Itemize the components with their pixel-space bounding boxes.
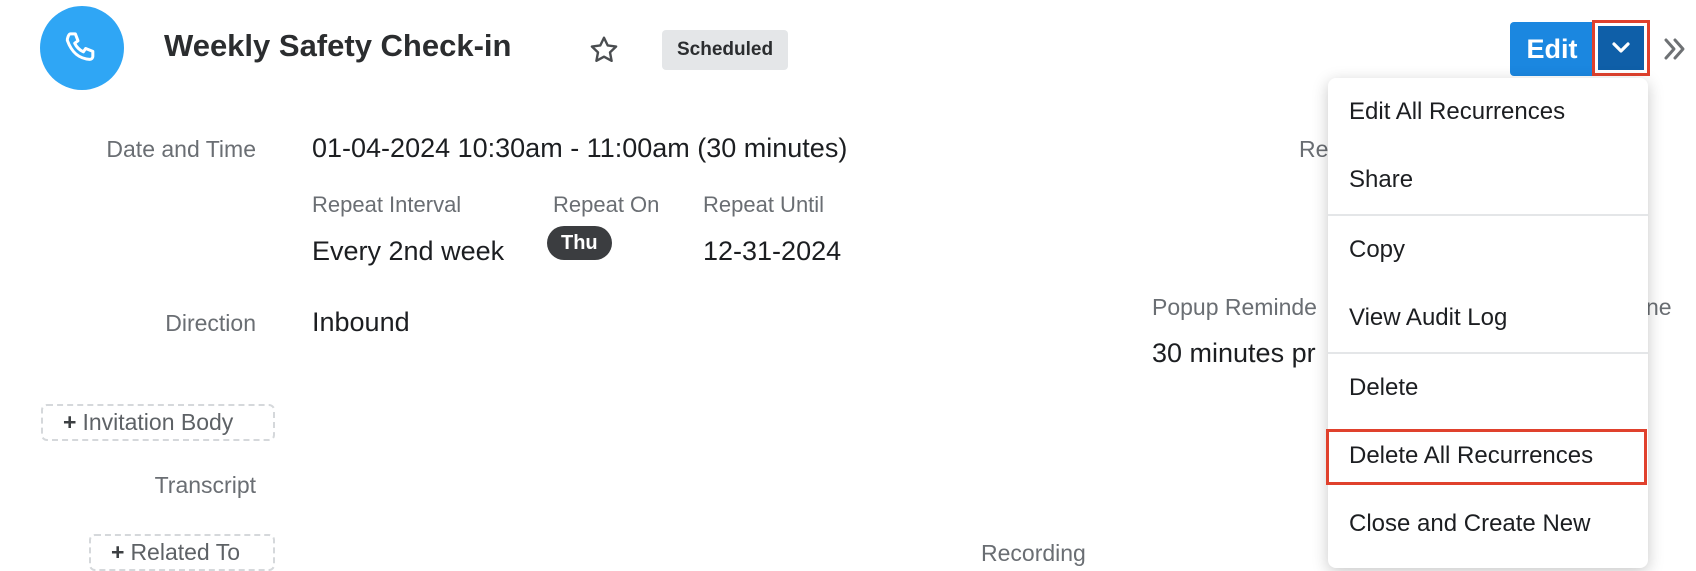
page-title: Weekly Safety Check-in bbox=[164, 28, 512, 63]
plus-icon: + bbox=[63, 409, 77, 435]
actions-dropdown-toggle[interactable] bbox=[1592, 20, 1650, 76]
reminder-label-partial: Re bbox=[1299, 136, 1329, 162]
direction-label: Direction bbox=[165, 310, 256, 336]
actions-dropdown-menu: Edit All Recurrences Share Copy View Aud… bbox=[1328, 78, 1648, 568]
phone-icon bbox=[65, 32, 95, 61]
invitation-body-label: Invitation Body bbox=[82, 409, 234, 435]
add-invitation-body-button[interactable]: + Invitation Body bbox=[41, 404, 275, 441]
popup-reminder-value: 30 minutes pr bbox=[1152, 338, 1316, 368]
repeat-on-day-pill: Thu bbox=[547, 226, 612, 260]
popup-reminder-label: Popup Reminde bbox=[1152, 294, 1317, 320]
menu-item-close-and-create-new[interactable]: Close and Create New bbox=[1328, 490, 1648, 558]
status-badge: Scheduled bbox=[662, 30, 789, 70]
star-icon[interactable] bbox=[588, 34, 620, 66]
menu-item-copy[interactable]: Copy bbox=[1328, 216, 1648, 284]
menu-item-view-audit-log[interactable]: View Audit Log bbox=[1328, 284, 1648, 352]
chevron-down-icon bbox=[1612, 42, 1630, 53]
repeat-until-value: 12-31-2024 bbox=[703, 236, 842, 266]
right-field-label-partial: ne bbox=[1646, 294, 1672, 320]
recording-label: Recording bbox=[981, 540, 1086, 566]
add-related-to-button[interactable]: + Related To bbox=[89, 534, 275, 571]
menu-item-edit-all-recurrences[interactable]: Edit All Recurrences bbox=[1328, 78, 1648, 146]
repeat-interval-value: Every 2nd week bbox=[312, 236, 505, 266]
repeat-on-label: Repeat On bbox=[553, 192, 660, 217]
menu-item-delete[interactable]: Delete bbox=[1328, 354, 1648, 422]
repeat-interval-label: Repeat Interval bbox=[312, 192, 462, 217]
repeat-until-label: Repeat Until bbox=[703, 192, 825, 217]
double-chevron-right-icon[interactable] bbox=[1662, 34, 1688, 64]
highlight-annotation bbox=[1326, 429, 1647, 485]
date-time-label: Date and Time bbox=[106, 136, 256, 162]
transcript-label: Transcript bbox=[154, 472, 256, 498]
direction-value: Inbound bbox=[312, 307, 410, 337]
actions-dropdown-button[interactable] bbox=[1598, 26, 1644, 70]
date-time-value: 01-04-2024 10:30am - 11:00am (30 minutes… bbox=[312, 133, 848, 163]
call-avatar bbox=[40, 6, 124, 90]
edit-button[interactable]: Edit bbox=[1510, 22, 1594, 76]
menu-item-share[interactable]: Share bbox=[1328, 146, 1648, 214]
related-to-label: Related To bbox=[130, 539, 240, 565]
plus-icon: + bbox=[111, 539, 125, 565]
